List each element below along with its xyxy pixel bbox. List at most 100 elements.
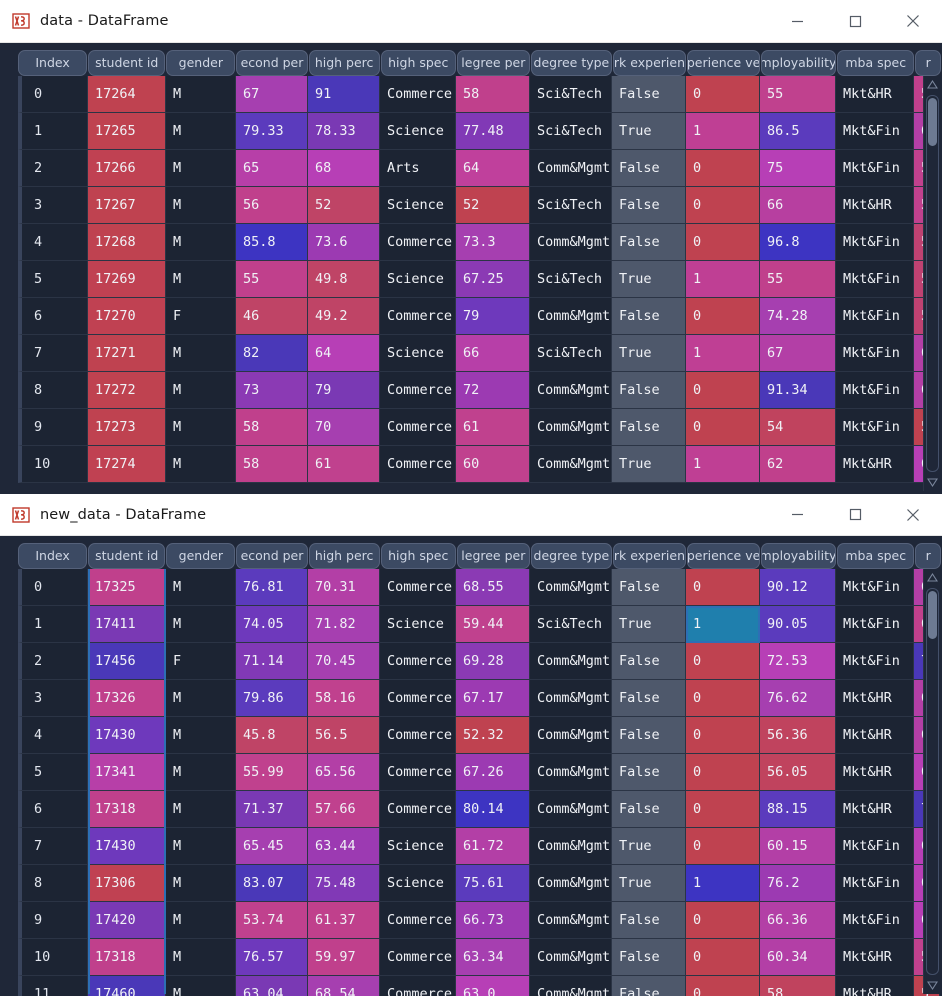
data-cell[interactable]: True [612, 828, 686, 865]
data-cell[interactable]: 17318 [88, 939, 166, 976]
data-cell[interactable]: 17266 [88, 150, 166, 187]
data-cell[interactable]: Mkt&Fin [836, 372, 914, 409]
row-index-cell[interactable]: 3 [18, 187, 88, 224]
data-cell[interactable]: Comm&Mgmt [530, 791, 612, 828]
data-cell[interactable]: Mkt&HR [836, 187, 914, 224]
data-cell[interactable]: 85.8 [236, 224, 308, 261]
data-cell[interactable]: 17430 [88, 717, 166, 754]
data-cell[interactable]: Mkt&HR [836, 939, 914, 976]
data-cell[interactable]: Mkt&HR [836, 76, 914, 113]
row-index-cell[interactable]: 1 [18, 606, 88, 643]
column-header-7[interactable]: degree type [530, 543, 612, 569]
scrollbar-thumb[interactable] [927, 98, 937, 146]
data-cell[interactable]: 64 [456, 150, 530, 187]
data-cell[interactable]: False [612, 187, 686, 224]
data-cell[interactable]: M [166, 976, 236, 996]
data-cell[interactable]: 66.36 [760, 902, 836, 939]
table-row[interactable]: 9 17273 M 58 70 Commerce 61 Comm&Mgmt False 0 54 Mk… [18, 409, 942, 446]
data-cell[interactable]: Sci&Tech [530, 261, 612, 298]
data-cell[interactable]: Mkt&Fin [836, 224, 914, 261]
data-cell[interactable]: 96.8 [760, 224, 836, 261]
data-cell[interactable]: F [166, 298, 236, 335]
data-cell[interactable]: Mkt&Fin [836, 409, 914, 446]
data-cell[interactable]: M [166, 372, 236, 409]
data-cell[interactable]: Commerce [380, 791, 456, 828]
data-cell[interactable]: Comm&Mgmt [530, 976, 612, 996]
row-index-cell[interactable]: 2 [18, 150, 88, 187]
data-cell[interactable]: Mkt&HR [836, 976, 914, 996]
row-index-cell[interactable]: 9 [18, 902, 88, 939]
data-cell[interactable]: Science [380, 865, 456, 902]
data-cell[interactable]: 17270 [88, 298, 166, 335]
data-cell[interactable]: 90.05 [760, 606, 836, 643]
data-cell[interactable]: 58 [236, 446, 308, 483]
scroll-down-arrow[interactable] [924, 977, 941, 994]
data-cell[interactable]: 1 [686, 865, 760, 902]
data-cell[interactable]: M [166, 902, 236, 939]
data-cell[interactable]: 65.45 [236, 828, 308, 865]
data-cell[interactable]: 45.8 [236, 717, 308, 754]
data-cell[interactable]: Commerce [380, 754, 456, 791]
data-cell[interactable]: Comm&Mgmt [530, 569, 612, 606]
data-cell[interactable]: 17273 [88, 409, 166, 446]
data-cell[interactable]: 67 [236, 76, 308, 113]
data-cell[interactable]: Comm&Mgmt [530, 680, 612, 717]
data-cell[interactable]: M [166, 680, 236, 717]
data-cell[interactable]: 17341 [88, 754, 166, 791]
column-header-0[interactable]: Index [18, 543, 88, 569]
data-cell[interactable]: Comm&Mgmt [530, 372, 612, 409]
data-cell[interactable]: 68 [308, 150, 380, 187]
table-row[interactable]: 7 17271 M 82 64 Science 66 Sci&Tech True 1 67 Mkt&F… [18, 335, 942, 372]
data-cell[interactable]: Sci&Tech [530, 113, 612, 150]
column-header-3[interactable]: econd per [236, 543, 308, 569]
data-cell[interactable]: 0 [686, 680, 760, 717]
data-cell[interactable]: 58 [236, 409, 308, 446]
data-cell[interactable]: False [612, 76, 686, 113]
data-cell[interactable]: 70 [308, 409, 380, 446]
data-cell[interactable]: 91.34 [760, 372, 836, 409]
column-header-9[interactable]: perience ve [687, 50, 761, 76]
data-cell[interactable]: Science [380, 606, 456, 643]
data-cell[interactable]: Commerce [380, 902, 456, 939]
data-cell[interactable]: 0 [686, 643, 760, 680]
data-cell[interactable]: Comm&Mgmt [530, 150, 612, 187]
column-header-11[interactable]: mba spec [837, 543, 915, 569]
column-header-8[interactable]: rk experien [612, 50, 687, 76]
row-index-cell[interactable]: 2 [18, 643, 88, 680]
table-row[interactable]: 11 17460 M 63.04 68.54 Commerce 63.0 Comm&Mgmt F… [18, 976, 942, 996]
data-cell[interactable]: Comm&Mgmt [530, 446, 612, 483]
data-cell[interactable]: Commerce [380, 446, 456, 483]
data-cell[interactable]: 65.56 [308, 754, 380, 791]
data-cell[interactable]: False [612, 680, 686, 717]
minimize-button[interactable] [768, 0, 826, 42]
data-cell[interactable]: 79 [308, 372, 380, 409]
table-row[interactable]: 5 17341 M 55.99 65.56 Commerce 67.26 Comm&Mgmt F… [18, 754, 942, 791]
maximize-button[interactable] [826, 494, 884, 535]
data-cell[interactable]: 78.33 [308, 113, 380, 150]
data-cell[interactable]: False [612, 939, 686, 976]
data-cell[interactable]: 56.5 [308, 717, 380, 754]
column-header-6[interactable]: legree per [456, 50, 530, 76]
data-cell[interactable]: M [166, 446, 236, 483]
scroll-up-arrow[interactable] [924, 76, 941, 93]
table-row[interactable]: 5 17269 M 55 49.8 Science 67.25 Sci&Tech True 1 55… [18, 261, 942, 298]
data-cell[interactable]: 62 [760, 446, 836, 483]
table-row[interactable]: 10 17318 M 76.57 59.97 Commerce 63.34 Comm&Mgmt… [18, 939, 942, 976]
column-header-4[interactable]: high perc [308, 50, 380, 76]
data-cell[interactable]: False [612, 976, 686, 996]
row-index-cell[interactable]: 3 [18, 680, 88, 717]
data-cell[interactable]: Mkt&Fin [836, 113, 914, 150]
data-cell[interactable]: 66 [760, 187, 836, 224]
data-cell[interactable]: Commerce [380, 680, 456, 717]
data-cell[interactable]: 1 [686, 446, 760, 483]
row-index-cell[interactable]: 9 [18, 409, 88, 446]
data-cell[interactable]: False [612, 754, 686, 791]
data-cell[interactable]: 1 [686, 113, 760, 150]
data-cell[interactable]: 55 [760, 261, 836, 298]
data-cell[interactable]: M [166, 150, 236, 187]
data-cell[interactable]: Mkt&Fin [836, 828, 914, 865]
data-cell[interactable]: False [612, 372, 686, 409]
row-index-cell[interactable]: 5 [18, 261, 88, 298]
data-cell[interactable]: 17411 [88, 606, 166, 643]
data-cell[interactable]: 61.37 [308, 902, 380, 939]
